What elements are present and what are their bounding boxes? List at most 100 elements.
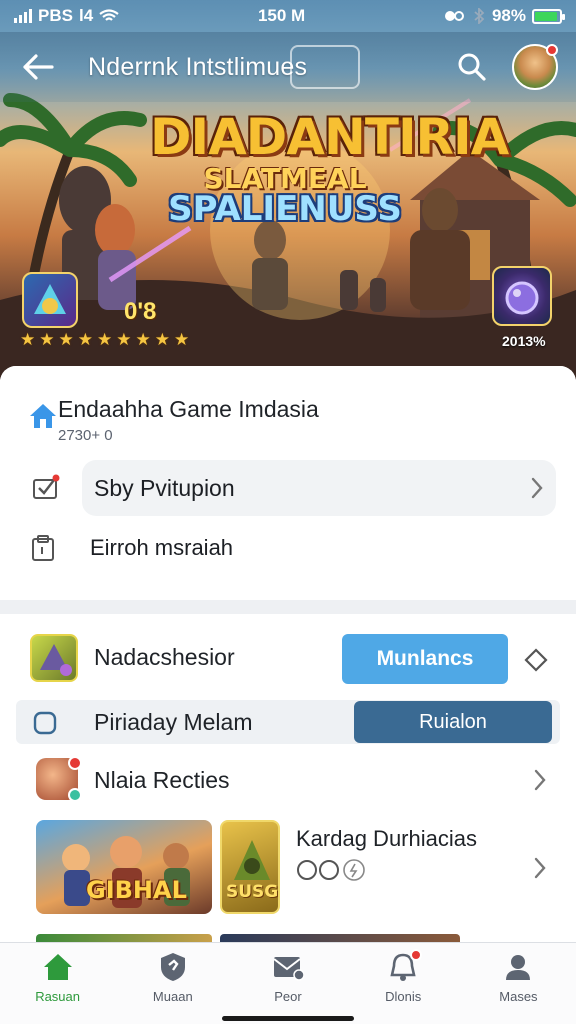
menu-card: Endaahha Game Imdasia 2730+ 0 Sby Pvitup…: [0, 366, 576, 600]
nav-item-mail[interactable]: Peor: [230, 943, 345, 1024]
next-thumbnail-peek: [220, 934, 460, 942]
star-icon: ★: [77, 330, 93, 349]
status-left: PBS l4: [14, 6, 119, 26]
mail-icon: [273, 957, 304, 981]
battery-icon: [532, 8, 565, 24]
nav-item-home[interactable]: Rasuan: [0, 943, 115, 1024]
game-thumbnail[interactable]: GIBHAL: [36, 820, 212, 914]
nav-item-notifications[interactable]: Dlonis: [346, 943, 461, 1024]
star-icon: ★: [58, 330, 74, 349]
app-screen: PBS l4 150 M 98% Nderrnk Intstlimues DIA…: [0, 0, 576, 1024]
search-button[interactable]: [452, 47, 492, 87]
checkbox-icon: [33, 474, 60, 499]
thumbnail-title: GIBHAL: [86, 876, 187, 904]
rating-value: 0'8: [124, 298, 157, 325]
hero-banner[interactable]: PBS l4 150 M 98% Nderrnk Intstlimues DIA…: [0, 0, 576, 380]
list-item[interactable]: GIBHAL SUSG Kardag Durhiacias: [0, 818, 576, 918]
app-bar: Nderrnk Intstlimues: [0, 32, 576, 102]
clock-label: 150 M: [257, 6, 306, 25]
status-bar: PBS l4 150 M 98%: [0, 0, 576, 32]
nav-label: Mases: [499, 989, 538, 1004]
menu-home-subtitle: 2730+ 0: [58, 427, 113, 444]
back-button[interactable]: [18, 47, 58, 87]
wifi-icon: [99, 9, 119, 21]
list-item-label: Nadacshesior: [94, 644, 235, 670]
radio-icon[interactable]: [32, 710, 58, 736]
menu-row-subscription[interactable]: Sby Pvitupion: [82, 460, 556, 516]
avatar[interactable]: [512, 44, 558, 90]
section-divider: [0, 600, 576, 614]
nav-label: Muaan: [152, 989, 193, 1004]
game-icon-left[interactable]: [22, 272, 78, 328]
game-icon-right[interactable]: [492, 266, 552, 326]
page-title: Nderrnk Intstlimues: [88, 52, 308, 81]
title-highlight-box: [290, 45, 360, 89]
logo-line-1: DIADANTIRIA: [150, 108, 509, 166]
menu-row-home[interactable]: Endaahha Game Imdasia 2730+ 0: [22, 396, 319, 444]
home-indicator: [222, 1016, 354, 1021]
star-icon: ★: [20, 330, 36, 349]
next-thumbnail-peek: [36, 934, 212, 942]
star-icon: ★: [135, 330, 151, 349]
monster-icon: [34, 284, 66, 314]
primary-action-button[interactable]: Munlancs: [342, 634, 508, 684]
profile-icon: [506, 955, 531, 980]
star-icon: ★: [116, 330, 132, 349]
list-item-label: Kardag Durhiacias: [296, 826, 477, 851]
carrier-label: PBS: [38, 6, 73, 25]
progress-percent: 2013%: [502, 333, 546, 349]
notification-dot: [68, 756, 82, 770]
nav-item-shield[interactable]: Muaan: [115, 943, 230, 1024]
network-label: l4: [78, 6, 94, 25]
chevron-right-icon: [534, 769, 546, 791]
status-dot: [68, 788, 82, 802]
star-icon: ★: [154, 330, 170, 349]
menu-home-title: Endaahha Game Imdasia: [58, 396, 319, 422]
nav-item-profile[interactable]: Mases: [461, 943, 576, 1024]
game-logo: DIADANTIRIA SLATMEAL SPALIENUSS: [150, 108, 509, 238]
shield-icon: [160, 953, 185, 981]
list-item[interactable]: Nlaia Recties: [0, 754, 576, 806]
orb-icon: [505, 281, 539, 315]
star-row: ★ ★ ★ ★ ★ ★ ★ ★ ★: [20, 330, 189, 350]
character-avatar: [36, 756, 82, 802]
star-icon: ★: [39, 330, 55, 349]
notification-badge: [409, 949, 422, 961]
menu-last-label: Eirroh msraiah: [90, 535, 234, 560]
star-icon: ★: [97, 330, 113, 349]
link-icon: [444, 11, 464, 21]
diamond-icon[interactable]: [522, 646, 550, 674]
logo-line-3: SPALIENUSS: [168, 189, 402, 229]
platform-icons: [297, 859, 365, 881]
game-thumb-icon: [30, 634, 78, 682]
home-icon: [43, 954, 72, 980]
game-list: Nadacshesior Munlancs Piriaday Melam Rui…: [0, 614, 576, 942]
home-icon: [30, 404, 56, 428]
notification-dot: [546, 44, 558, 56]
signal-icon: [14, 9, 32, 23]
creature-icon: [40, 644, 72, 676]
nav-label: Dlonis: [385, 989, 422, 1004]
bluetooth-icon: [474, 8, 485, 24]
clipboard-icon: [32, 535, 54, 561]
list-item-label: Piriaday Melam: [94, 709, 253, 735]
nav-label: Peor: [274, 989, 302, 1004]
bottom-nav: Rasuan Muaan Peor Dlonis Mases: [0, 942, 576, 1024]
secondary-action-button[interactable]: Ruialon: [354, 701, 552, 743]
star-icon: ★: [174, 330, 190, 349]
battery-percent: 98%: [491, 6, 526, 25]
nav-label: Rasuan: [35, 989, 80, 1004]
menu-row-last[interactable]: Eirroh msraiah: [30, 534, 233, 562]
thumbnail-title: SUSG: [226, 882, 279, 902]
search-icon: [458, 53, 486, 81]
menu-subscription-label: Sby Pvitupion: [94, 474, 235, 501]
status-right: 98%: [444, 6, 565, 26]
list-item-label: Nlaia Recties: [94, 767, 230, 793]
game-thumbnail[interactable]: SUSG: [220, 820, 280, 914]
content-sheet: Endaahha Game Imdasia 2730+ 0 Sby Pvitup…: [0, 366, 576, 942]
chevron-right-icon: [531, 477, 543, 499]
back-arrow-icon: [23, 54, 54, 80]
chevron-right-icon: [534, 857, 546, 879]
list-item[interactable]: Piriaday Melam Ruialon: [0, 700, 576, 744]
list-item[interactable]: Nadacshesior Munlancs: [0, 628, 576, 690]
